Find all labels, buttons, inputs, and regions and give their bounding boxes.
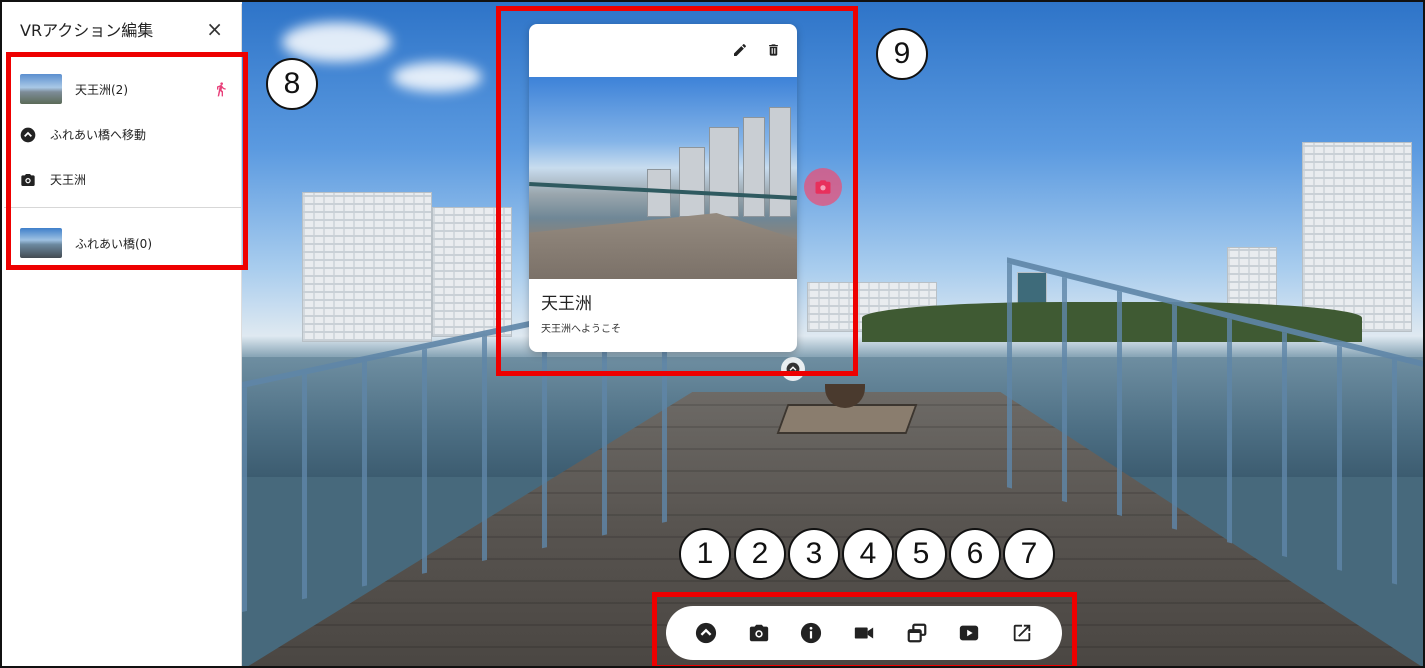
close-button[interactable]: × [206, 17, 223, 41]
annotation-number-2: 2 [734, 528, 786, 580]
annotation-number-8: 8 [266, 58, 318, 110]
cloud [282, 22, 392, 62]
cloud [392, 62, 482, 92]
annotation-box-card [496, 6, 858, 376]
panel-title: VRアクション編集 [20, 21, 154, 40]
annotation-number-7: 7 [1003, 528, 1055, 580]
annotation-box-panel [6, 52, 248, 270]
annotation-number-3: 3 [788, 528, 840, 580]
annotation-number-1: 1 [679, 528, 731, 580]
annotation-box-toolbar [652, 592, 1077, 666]
deck-table [776, 404, 918, 434]
panel-header: VRアクション編集 × [4, 4, 241, 54]
annotation-number-4: 4 [842, 528, 894, 580]
annotation-number-9: 9 [876, 28, 928, 80]
building [302, 192, 432, 342]
building [1302, 142, 1412, 332]
annotation-number-5: 5 [895, 528, 947, 580]
annotation-number-6: 6 [949, 528, 1001, 580]
app-window: VRアクション編集 × 天王洲(2) ふれあい橋へ移動 天王洲 ふれあい橋(0) [0, 0, 1425, 668]
